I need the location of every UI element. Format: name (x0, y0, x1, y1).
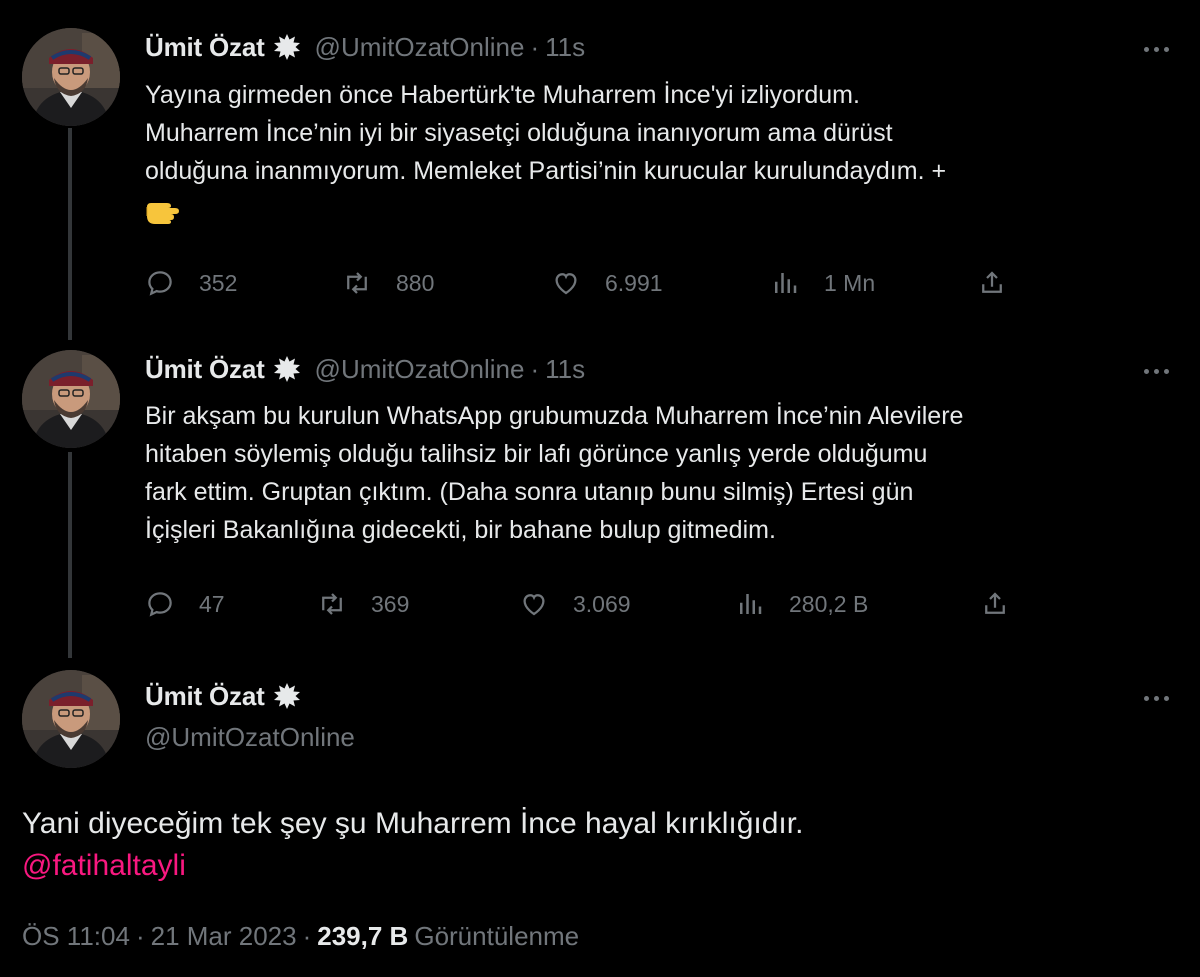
tweet-time[interactable]: 11s (545, 32, 585, 63)
retweet-icon (322, 593, 342, 615)
share-button[interactable] (977, 263, 1007, 303)
tweet-text-line: Muharrem İnce’nin iyi bir siyasetçi oldu… (145, 119, 893, 147)
reply-count: 352 (199, 269, 238, 296)
mention-link[interactable]: @fatihaltayli (22, 845, 1172, 887)
retweet-icon (347, 272, 367, 294)
tweet-text-line: olduğuna inanmıyorum. Memleket Partisi’n… (145, 157, 947, 185)
tweet-text-line: hitaben söylemiş olduğu talihsiz bir laf… (145, 440, 928, 468)
share-icon (985, 592, 1005, 614)
views-count: 239,7 B (317, 920, 409, 951)
tweet-time[interactable]: 11s (545, 354, 585, 385)
share-icon (982, 271, 1002, 293)
views-icon (740, 594, 762, 614)
retweet-button[interactable]: 880 (342, 263, 434, 303)
reply-button[interactable]: 47 (145, 584, 225, 624)
views-icon (775, 273, 797, 293)
separator-dot: · (135, 920, 145, 951)
main-tweet-body: Yani diyeceğim tek şey şu Muharrem İnce … (22, 807, 804, 840)
like-count: 3.069 (573, 590, 631, 617)
tweet-text: Bir akşam bu kurulun WhatsApp grubumuzda… (145, 397, 1175, 549)
more-icon[interactable] (1136, 359, 1176, 383)
views-label: Görüntülenme (414, 920, 580, 951)
separator-dot: · (302, 920, 312, 951)
tweet-text-line: Bir akşam bu kurulun WhatsApp grubumuzda… (145, 402, 964, 430)
verified-badge-icon (273, 355, 301, 383)
verified-badge-icon (273, 33, 301, 61)
like-icon (523, 594, 545, 616)
tweet-text: Yayına girmeden önce Habertürk'te Muharr… (145, 76, 1175, 228)
tweet-text-line: İçişleri Bakanlığına gidecekti, bir baha… (145, 516, 776, 544)
author-name[interactable]: Ümit Özat (145, 354, 265, 385)
like-button[interactable]: 3.069 (519, 584, 631, 624)
tweet-text-line: fark ettim. Gruptan çıktım. (Daha sonra … (145, 478, 914, 506)
pointing-hand-emoji (145, 190, 1175, 228)
like-button[interactable]: 6.991 (551, 263, 663, 303)
reply-icon (148, 271, 172, 296)
tweet[interactable]: Ümit Özat @UmitOzatOnline · 11s Bir akşa… (0, 330, 1200, 660)
reply-button[interactable]: 352 (145, 263, 237, 303)
like-count: 6.991 (605, 269, 663, 296)
avatar[interactable] (22, 350, 120, 448)
views-button[interactable]: 1 Mn (770, 263, 875, 303)
tweet-metadata: ÖS 11:04 · 21 Mar 2023 · 239,7 B Görüntü… (22, 918, 579, 954)
author-name[interactable]: Ümit Özat (145, 32, 265, 63)
views-count: 280,2 B (789, 590, 869, 617)
tweet-actions: 47 369 3.069 280,2 B (145, 584, 1025, 624)
avatar[interactable] (22, 670, 120, 768)
more-icon[interactable] (1136, 37, 1176, 61)
tweet-actions: 352 880 6.991 1 Mn (145, 263, 1025, 303)
tweet-text-line: Yayına girmeden önce Habertürk'te Muharr… (145, 81, 860, 109)
avatar[interactable] (22, 28, 120, 126)
separator-dot: · (530, 353, 540, 384)
retweet-count: 880 (396, 269, 435, 296)
author-handle[interactable]: @UmitOzatOnline (315, 354, 525, 385)
share-button[interactable] (980, 584, 1010, 624)
like-icon (555, 273, 577, 295)
reply-icon (148, 592, 172, 617)
reply-count: 47 (199, 590, 225, 617)
tweet-time[interactable]: ÖS 11:04 (22, 921, 130, 952)
separator-dot: · (530, 31, 540, 62)
main-tweet-text: Yani diyeceğim tek şey şu Muharrem İnce … (22, 803, 1172, 887)
tweet[interactable]: Ümit Özat @UmitOzatOnline · 11s Yayına g… (0, 0, 1200, 330)
more-icon[interactable] (1136, 686, 1176, 710)
views-button[interactable]: 280,2 B (735, 584, 868, 624)
author-handle[interactable]: @UmitOzatOnline (315, 32, 525, 63)
retweet-count: 369 (371, 590, 410, 617)
views-count: 1 Mn (824, 269, 876, 296)
tweet-date[interactable]: 21 Mar 2023 (151, 921, 297, 952)
retweet-button[interactable]: 369 (317, 584, 409, 624)
author-handle[interactable]: @UmitOzatOnline (145, 722, 355, 753)
author-name[interactable]: Ümit Özat (145, 681, 265, 712)
verified-badge-icon (273, 682, 301, 710)
